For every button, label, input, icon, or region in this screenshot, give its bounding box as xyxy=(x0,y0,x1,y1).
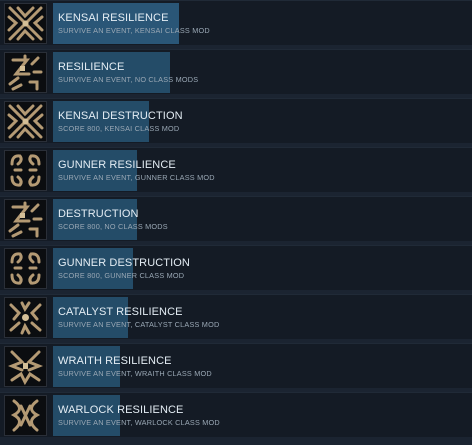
achievement-title: WRAITH RESILIENCE xyxy=(58,355,172,367)
achievement-description: SURVIVE AN EVENT, NO CLASS MODS xyxy=(58,75,199,84)
achievement-description: SCORE 800, NO CLASS MODS xyxy=(58,222,168,231)
wraith-emblem-icon xyxy=(4,346,47,387)
achievement-row[interactable]: WRAITH RESILIENCE SURVIVE AN EVENT, WRAIT… xyxy=(0,343,472,388)
achievement-row[interactable]: GUNNER DESTRUCTION SCORE 800, GUNNER CLAS… xyxy=(0,245,472,290)
no-class-emblem-icon xyxy=(4,199,47,240)
achievement-title: WARLOCK RESILIENCE xyxy=(58,404,184,416)
no-class-emblem-icon xyxy=(4,52,47,93)
gunner-emblem-icon xyxy=(4,150,47,191)
achievement-list: KENSAI RESILIENCE SURVIVE AN EVENT, KENSA… xyxy=(0,0,472,445)
achievement-row[interactable]: DESTRUCTION SCORE 800, NO CLASS MODS xyxy=(0,196,472,241)
catalyst-emblem-icon xyxy=(4,297,47,338)
achievement-row[interactable]: RESILIENCE SURVIVE AN EVENT, NO CLASS MOD… xyxy=(0,49,472,94)
achievement-title: RESILIENCE xyxy=(58,61,125,73)
gunner-emblem-icon xyxy=(4,248,47,289)
achievement-row[interactable]: KENSAI DESTRUCTION SCORE 800, KENSAI CLAS… xyxy=(0,98,472,143)
achievement-title: KENSAI RESILIENCE xyxy=(58,12,169,24)
achievement-row[interactable]: GUNNER RESILIENCE SURVIVE AN EVENT, GUNNE… xyxy=(0,147,472,192)
kensai-emblem-icon xyxy=(4,3,47,44)
achievement-title: GUNNER RESILIENCE xyxy=(58,159,176,171)
achievement-description: SCORE 800, KENSAI CLASS MOD xyxy=(58,124,180,133)
achievement-description: SCORE 800, GUNNER CLASS MOD xyxy=(58,271,185,280)
warlock-emblem-icon xyxy=(4,395,47,436)
achievement-description: SURVIVE AN EVENT, WARLOCK CLASS MOD xyxy=(58,418,220,427)
achievement-row[interactable]: CATALYST RESILIENCE SURVIVE AN EVENT, CAT… xyxy=(0,294,472,339)
achievement-title: GUNNER DESTRUCTION xyxy=(58,257,190,269)
achievement-title: KENSAI DESTRUCTION xyxy=(58,110,183,122)
achievement-title: DESTRUCTION xyxy=(58,208,139,220)
achievement-description: SURVIVE AN EVENT, CATALYST CLASS MOD xyxy=(58,320,220,329)
achievement-row[interactable]: WARLOCK RESILIENCE SURVIVE AN EVENT, WARL… xyxy=(0,392,472,437)
achievement-title: CATALYST RESILIENCE xyxy=(58,306,183,318)
achievement-description: SURVIVE AN EVENT, KENSAI CLASS MOD xyxy=(58,26,210,35)
achievement-row[interactable]: KENSAI RESILIENCE SURVIVE AN EVENT, KENSA… xyxy=(0,0,472,45)
achievement-description: SURVIVE AN EVENT, WRAITH CLASS MOD xyxy=(58,369,212,378)
achievement-description: SURVIVE AN EVENT, GUNNER CLASS MOD xyxy=(58,173,215,182)
kensai-emblem-icon xyxy=(4,101,47,142)
